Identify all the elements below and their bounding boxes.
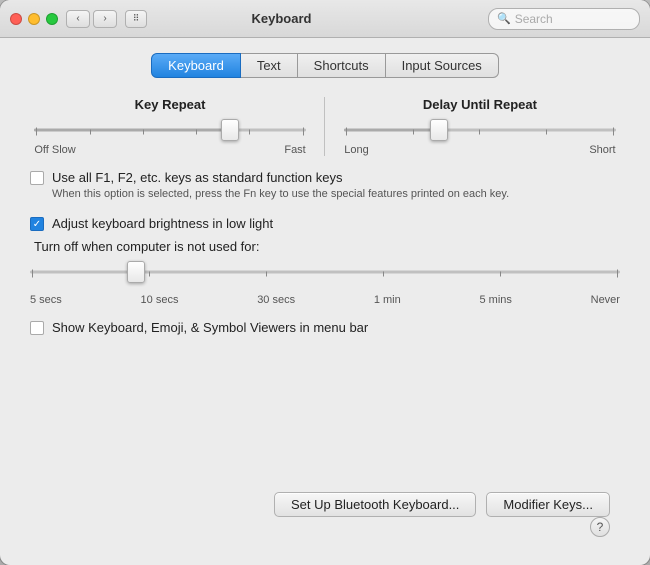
turnoff-label: Turn off when computer is not used for:: [30, 239, 620, 254]
time-label-1: 10 secs: [141, 294, 179, 306]
time-label-0: 5 secs: [30, 294, 62, 306]
time-label-2: 30 secs: [257, 294, 295, 306]
fn-keys-text: Use all F1, F2, etc. keys as standard fu…: [52, 170, 509, 202]
delay-repeat-end-labels: Long Short: [344, 144, 615, 156]
tab-bar: Keyboard Text Shortcuts Input Sources: [20, 53, 630, 78]
delay-repeat-track: [344, 129, 615, 132]
time-label-5: Never: [591, 294, 620, 306]
key-repeat-end-labels: Off Slow Fast: [34, 144, 305, 156]
delay-repeat-slider[interactable]: [344, 120, 615, 140]
maximize-button[interactable]: [46, 13, 58, 25]
tab-keyboard[interactable]: Keyboard: [151, 53, 241, 78]
bottom-buttons: Set Up Bluetooth Keyboard... Modifier Ke…: [264, 492, 620, 517]
delay-repeat-fill: [344, 129, 439, 132]
show-viewers-label: Show Keyboard, Emoji, & Symbol Viewers i…: [52, 320, 368, 335]
key-repeat-slider[interactable]: [34, 120, 305, 140]
brightness-checkbox[interactable]: ✓: [30, 217, 44, 231]
delay-repeat-group: Delay Until Repeat Long: [344, 97, 615, 156]
bottom-area: Set Up Bluetooth Keyboard... Modifier Ke…: [20, 492, 630, 545]
tab-shortcuts[interactable]: Shortcuts: [298, 53, 386, 78]
delay-repeat-right-label: Short: [589, 144, 615, 156]
key-repeat-right-label: Fast: [284, 144, 305, 156]
search-placeholder: Search: [515, 12, 553, 26]
delay-repeat-left-label: Long: [344, 144, 368, 156]
time-slider-thumb[interactable]: [127, 261, 145, 283]
modifier-button[interactable]: Modifier Keys...: [486, 492, 610, 517]
minimize-button[interactable]: [28, 13, 40, 25]
search-box[interactable]: 🔍 Search: [488, 8, 640, 30]
key-repeat-group: Key Repeat: [34, 97, 305, 156]
key-repeat-label: Key Repeat: [135, 97, 206, 112]
fn-keys-label: Use all F1, F2, etc. keys as standard fu…: [52, 170, 509, 185]
key-repeat-track: [34, 129, 305, 132]
delay-repeat-thumb[interactable]: [430, 119, 448, 141]
time-labels: 5 secs 10 secs 30 secs 1 min 5 mins Neve…: [30, 294, 620, 306]
brightness-section: ✓ Adjust keyboard brightness in low ligh…: [20, 216, 630, 306]
bottom-row: Set Up Bluetooth Keyboard... Modifier Ke…: [20, 492, 630, 517]
tab-text[interactable]: Text: [241, 53, 298, 78]
fn-keys-sublabel: When this option is selected, press the …: [52, 187, 509, 202]
brightness-checkbox-row: ✓ Adjust keyboard brightness in low ligh…: [30, 216, 620, 231]
tab-input-sources[interactable]: Input Sources: [386, 53, 499, 78]
delay-repeat-label: Delay Until Repeat: [423, 97, 537, 112]
time-slider-track: [30, 271, 620, 274]
key-repeat-thumb[interactable]: [221, 119, 239, 141]
content-area: Keyboard Text Shortcuts Input Sources Ke…: [0, 38, 650, 565]
key-repeat-left-label: Off Slow: [34, 144, 75, 156]
fn-keys-row: Use all F1, F2, etc. keys as standard fu…: [20, 170, 630, 202]
brightness-label: Adjust keyboard brightness in low light: [52, 216, 273, 231]
sliders-row: Key Repeat: [20, 97, 630, 156]
search-icon: 🔍: [497, 12, 511, 25]
close-button[interactable]: [10, 13, 22, 25]
bluetooth-button[interactable]: Set Up Bluetooth Keyboard...: [274, 492, 476, 517]
show-viewers-row: Show Keyboard, Emoji, & Symbol Viewers i…: [20, 320, 630, 335]
slider-divider: [324, 97, 325, 156]
time-label-3: 1 min: [374, 294, 401, 306]
show-viewers-checkbox[interactable]: [30, 321, 44, 335]
key-repeat-fill: [34, 129, 229, 132]
titlebar: ‹ › ⠿ Keyboard 🔍 Search: [0, 0, 650, 38]
time-slider[interactable]: [30, 262, 620, 282]
fn-keys-checkbox[interactable]: [30, 171, 44, 185]
time-label-4: 5 mins: [479, 294, 511, 306]
main-window: ‹ › ⠿ Keyboard 🔍 Search Keyboard Text Sh…: [0, 0, 650, 565]
help-button[interactable]: ?: [590, 517, 610, 537]
traffic-lights: [10, 13, 58, 25]
window-title: Keyboard: [75, 11, 488, 26]
